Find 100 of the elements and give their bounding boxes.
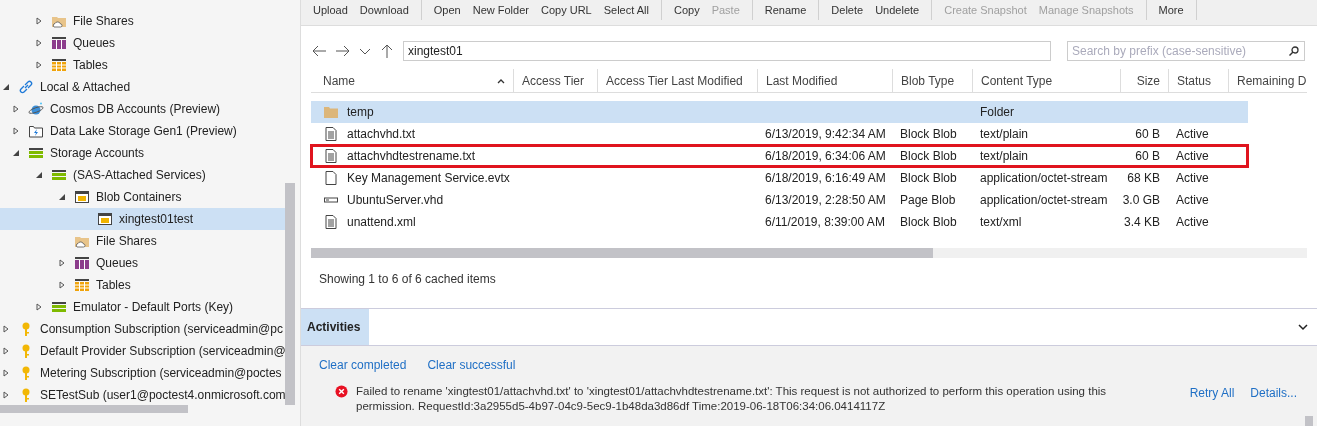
expand-caret-icon[interactable]	[35, 61, 43, 69]
expand-caret-icon[interactable]	[2, 325, 10, 333]
tree-item[interactable]: Local & Attached	[0, 76, 286, 98]
tree-item-label: Default Provider Subscription (serviceadmin@	[40, 343, 286, 360]
size-cell-text: 60 B	[1135, 148, 1160, 165]
document-icon	[323, 126, 339, 142]
toolbar-button[interactable]: Open	[427, 1, 467, 19]
collapse-caret-icon[interactable]	[12, 149, 20, 157]
toolbar-button[interactable]: Delete	[825, 1, 870, 19]
tree-item[interactable]: Cosmos DB Accounts (Preview)	[0, 98, 286, 120]
tree-item[interactable]: Storage Accounts	[0, 142, 286, 164]
tree-item[interactable]: Tables	[0, 54, 286, 76]
activity-action-link[interactable]: Retry All	[1189, 384, 1235, 402]
expand-caret-icon[interactable]	[58, 281, 66, 289]
tree-item[interactable]: Tables	[0, 274, 286, 296]
expand-caret-icon[interactable]	[35, 17, 43, 25]
queue-icon	[74, 255, 90, 271]
path-field[interactable]: xingtest01	[403, 41, 1051, 61]
column-header[interactable]: Remaining D	[1228, 69, 1310, 92]
clear-link[interactable]: Clear completed	[319, 356, 407, 374]
column-header[interactable]: Content Type	[972, 69, 1120, 92]
last-modified-cell-text: 6/18/2019, 6:16:49 AM	[765, 170, 886, 187]
tree-item[interactable]: Queues	[0, 32, 286, 54]
search-field[interactable]: Search by prefix (case-sensitive)	[1067, 41, 1305, 61]
toolbar-button[interactable]: Download	[353, 1, 415, 19]
vertical-scrollbar[interactable]	[285, 183, 295, 405]
storage-icon	[51, 299, 67, 315]
toolbar-button[interactable]: New Folder	[466, 1, 535, 19]
tree-item[interactable]: Data Lake Storage Gen1 (Preview)	[0, 120, 286, 142]
tree-item[interactable]: Queues	[0, 252, 286, 274]
tree-item[interactable]: xingtest01test	[0, 208, 286, 230]
tree-item-label: Metering Subscription (serviceadmin@poctes	[40, 365, 282, 382]
tree-item-label: xingtest01test	[119, 211, 194, 228]
tree-item[interactable]: Default Provider Subscription (serviceadmin@	[0, 340, 286, 362]
column-header[interactable]: Name	[311, 69, 513, 92]
folder-icon	[323, 104, 339, 120]
size-cell-text: 68 KB	[1127, 170, 1160, 187]
tree-item[interactable]: Blob Containers	[0, 186, 286, 208]
column-header[interactable]: Blob Type	[892, 69, 972, 92]
toolbar-button[interactable]: More	[1152, 1, 1190, 19]
table-row[interactable]: unattend.xml 6/11/2019, 8:39:00 AM Block Blob text/xml 3.4 KB Active	[311, 211, 1248, 233]
table-row[interactable]: UbuntuServer.vhd 6/13/2019, 2:28:50 AM Page Blob application/octet-stream 3.0 GB Active	[311, 189, 1248, 211]
column-header[interactable]: Access Tier Last Modified	[597, 69, 757, 92]
toolbar-button[interactable]: Copy URL	[534, 1, 598, 19]
collapse-caret-icon[interactable]	[58, 193, 66, 201]
container-icon	[97, 211, 113, 227]
table-row[interactable]: attachvhdtestrename.txt 6/18/2019, 6:34:06 AM Block Blob text/plain 60 B Active	[311, 145, 1248, 167]
blob-type-cell-text: Block Blob	[900, 214, 957, 231]
expand-caret-icon[interactable]	[35, 39, 43, 47]
expand-caret-icon[interactable]	[58, 259, 66, 267]
up-arrow-icon[interactable]	[379, 43, 395, 59]
collapse-caret-icon[interactable]	[35, 171, 43, 179]
column-header[interactable]: Status	[1168, 69, 1228, 92]
queue-icon	[51, 35, 67, 51]
expand-caret-icon[interactable]	[35, 303, 43, 311]
tree-item-label: Storage Accounts	[50, 145, 145, 162]
activities-tab[interactable]: Activities	[301, 309, 369, 345]
tree-item[interactable]: File Shares	[0, 230, 286, 252]
vertical-scrollbar[interactable]	[1305, 416, 1313, 426]
expand-caret-icon[interactable]	[2, 347, 10, 355]
forward-arrow-icon[interactable]	[335, 43, 351, 59]
tree-item[interactable]: SETestSub (user1@poctest4.onmicrosoft.com	[0, 384, 286, 406]
error-icon	[335, 385, 348, 398]
horizontal-scrollbar[interactable]	[311, 248, 933, 258]
tree-item[interactable]: (SAS-Attached Services)	[0, 164, 286, 186]
expand-caret-icon[interactable]	[12, 105, 20, 113]
tree-item-label: Tables	[96, 277, 131, 294]
table-row[interactable]: attachvhd.txt 6/13/2019, 9:42:34 AM Block Blob text/plain 60 B Active	[311, 123, 1248, 145]
status-cell-text: Active	[1176, 148, 1209, 165]
size-cell-text: 60 B	[1135, 126, 1160, 143]
status-cell-text: Active	[1176, 126, 1209, 143]
tree-item[interactable]: Emulator - Default Ports (Key)	[0, 296, 286, 318]
toolbar-button[interactable]: Select All	[597, 1, 655, 19]
toolbar-button[interactable]: Upload	[307, 1, 354, 19]
toolbar-button[interactable]: Copy	[667, 1, 706, 19]
tree-item-label: Blob Containers	[96, 189, 182, 206]
expand-caret-icon[interactable]	[2, 391, 10, 399]
column-header[interactable]: Last Modified	[757, 69, 892, 92]
activity-action-link[interactable]: Details...	[1250, 384, 1297, 402]
size-cell-text: 3.4 KB	[1123, 214, 1160, 231]
search-icon[interactable]	[1288, 45, 1300, 57]
file-name: UbuntuServer.vhd	[347, 192, 444, 209]
clear-link[interactable]: Clear successful	[427, 356, 516, 374]
chevron-down-icon[interactable]	[1297, 321, 1309, 333]
horizontal-scrollbar[interactable]	[0, 405, 188, 413]
toolbar-button[interactable]: Rename	[758, 1, 813, 19]
content-type-cell-text: application/octet-stream	[980, 192, 1108, 209]
back-arrow-icon[interactable]	[311, 43, 327, 59]
expand-caret-icon[interactable]	[12, 127, 20, 135]
tree-item[interactable]: File Shares	[0, 10, 286, 32]
column-header[interactable]: Size	[1120, 69, 1168, 92]
table-row[interactable]: temp Folder	[311, 101, 1248, 123]
expand-caret-icon[interactable]	[2, 369, 10, 377]
tree-item[interactable]: Metering Subscription (serviceadmin@poctes	[0, 362, 286, 384]
toolbar-button[interactable]: Undelete	[869, 1, 926, 19]
tree-item[interactable]: Consumption Subscription (serviceadmin@pc	[0, 318, 286, 340]
table-row[interactable]: Key Management Service.evtx 6/18/2019, 6:16:49 AM Block Blob application/octet-stream 68 KB Active	[311, 167, 1248, 189]
status-cell-text: Active	[1176, 170, 1209, 187]
collapse-caret-icon[interactable]	[2, 83, 10, 91]
column-header[interactable]: Access Tier	[513, 69, 597, 92]
